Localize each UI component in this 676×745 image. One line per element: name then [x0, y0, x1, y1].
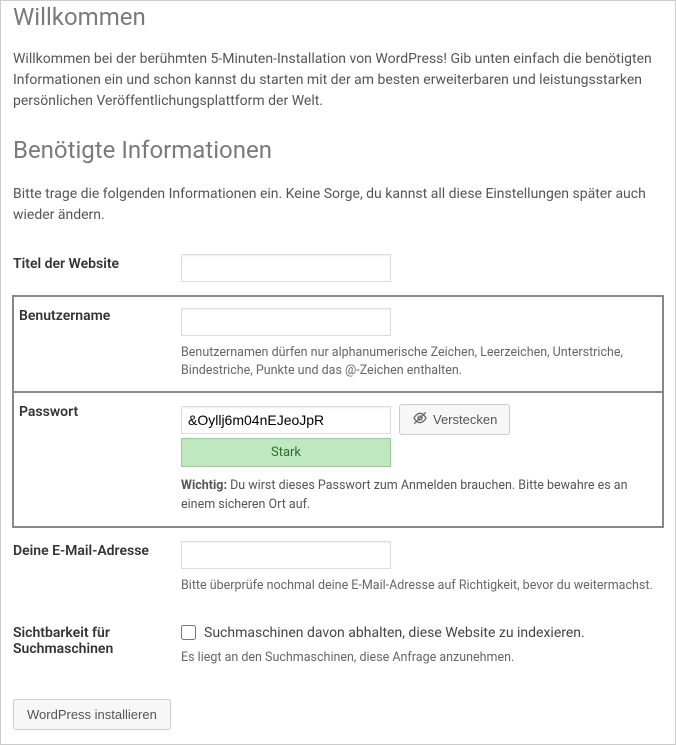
- label-username: Benutzername: [13, 296, 181, 392]
- row-password: Passwort Verstecken: [13, 392, 663, 527]
- email-hint: Bitte überprüfe nochmal deine E-Mail-Adr…: [181, 577, 663, 595]
- install-form: Titel der Website Benutzername Benutzern…: [13, 240, 663, 681]
- welcome-intro-text: Willkommen bei der berühmten 5-Minuten-I…: [13, 49, 663, 112]
- username-input[interactable]: [181, 308, 391, 336]
- install-button[interactable]: WordPress installieren: [13, 699, 171, 730]
- visibility-checkbox-label: Suchmaschinen davon abhalten, diese Webs…: [204, 625, 585, 641]
- label-visibility: Sichtbarkeit für Suchmaschinen: [13, 609, 181, 681]
- password-note: Wichtig: Du wirst dieses Passwort zum An…: [181, 477, 663, 515]
- password-input[interactable]: [181, 406, 391, 434]
- label-email: Deine E-Mail-Adresse: [13, 527, 181, 609]
- heading-required-info: Benötigte Informationen: [13, 136, 663, 164]
- label-password: Passwort: [13, 392, 181, 527]
- hide-password-label: Verstecken: [433, 412, 497, 427]
- label-site-title: Titel der Website: [13, 240, 181, 296]
- heading-welcome: Willkommen: [13, 3, 663, 31]
- password-strength-meter: Stark: [181, 438, 391, 467]
- username-hint: Benutzernamen dürfen nur alphanumerische…: [181, 344, 663, 380]
- eye-slash-icon: [412, 410, 428, 429]
- row-username: Benutzername Benutzernamen dürfen nur al…: [13, 296, 663, 392]
- password-note-strong: Wichtig:: [181, 478, 227, 493]
- email-input[interactable]: [181, 541, 391, 569]
- password-note-rest: Du wirst dieses Passwort zum Anmelden br…: [181, 478, 627, 512]
- site-title-input[interactable]: [181, 254, 391, 282]
- hide-password-button[interactable]: Verstecken: [399, 404, 510, 435]
- required-info-text: Bitte trage die folgenden Informationen …: [13, 184, 663, 226]
- row-site-title: Titel der Website: [13, 240, 663, 296]
- visibility-hint: Es liegt an den Suchmaschinen, diese Anf…: [181, 649, 663, 667]
- row-email: Deine E-Mail-Adresse Bitte überprüfe noc…: [13, 527, 663, 609]
- visibility-checkbox[interactable]: [181, 625, 196, 640]
- row-visibility: Sichtbarkeit für Suchmaschinen Suchmasch…: [13, 609, 663, 681]
